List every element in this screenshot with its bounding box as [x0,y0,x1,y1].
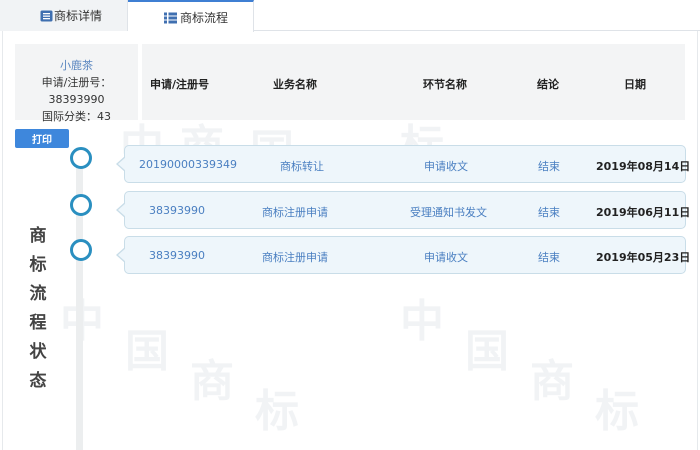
tab-trademark-details[interactable]: 商标详情 [0,0,128,31]
row-result: 结束 [538,204,560,220]
list-icon [164,12,177,24]
table-header: 申请/注册号 业务名称 环节名称 结论 日期 [142,44,685,120]
document-icon [40,10,53,22]
row-business: 商标注册申请 [262,249,328,265]
column-header-reg-no: 申请/注册号 [150,76,209,92]
row-result: 结束 [538,158,560,174]
row-reg-no[interactable]: 20190000339349 [139,158,237,171]
vertical-title-char: 程 [28,309,48,338]
row-date: 2019年08月14日 [596,158,690,174]
column-header-date: 日期 [624,76,646,92]
vertical-title-char: 状 [28,338,48,367]
row-stage: 申请收文 [424,249,468,265]
column-header-stage: 环节名称 [423,76,467,92]
row-result: 结束 [538,249,560,265]
vertical-title-char: 流 [28,280,48,309]
row-stage: 受理通知书发文 [410,204,487,220]
timeline-node [70,194,92,216]
vertical-title-char: 商 [28,222,48,251]
row-stage: 申请收文 [424,158,468,174]
registration-number: 申请/注册号：38393990 [15,74,138,108]
timeline-node [70,239,92,261]
trademark-info-box: 小鹿茶 申请/注册号：38393990 国际分类：43 [15,44,138,120]
row-date: 2019年05月23日 [596,249,690,265]
international-class: 国际分类：43 [15,108,138,125]
row-reg-no[interactable]: 38393990 [149,204,205,217]
print-button[interactable]: 打印 [15,129,69,148]
column-header-result: 结论 [537,76,559,92]
row-business: 商标转让 [280,158,324,174]
table-row: 20190000339349 商标转让 申请收文 结束 2019年08月14日 [124,145,686,183]
vertical-title-char: 态 [28,367,48,396]
trademark-name: 小鹿茶 [15,57,138,74]
table-row: 38393990 商标注册申请 申请收文 结束 2019年05月23日 [124,236,686,274]
trademark-page: 商标详情 商标流程 中 国 商 标 中 国 商 标 中 国 商 标 小鹿茶 申请… [0,0,700,450]
tab-bar: 商标详情 商标流程 [0,0,700,31]
table-row: 38393990 商标注册申请 受理通知书发文 结束 2019年06月11日 [124,191,686,229]
process-status-vertical-title: 商 标 流 程 状 态 [28,222,48,396]
row-reg-no[interactable]: 38393990 [149,249,205,262]
tab-trademark-process[interactable]: 商标流程 [128,0,254,32]
column-header-business: 业务名称 [273,76,317,92]
vertical-title-char: 标 [28,251,48,280]
timeline-node [70,147,92,169]
row-date: 2019年06月11日 [596,204,690,220]
row-business: 商标注册申请 [262,204,328,220]
